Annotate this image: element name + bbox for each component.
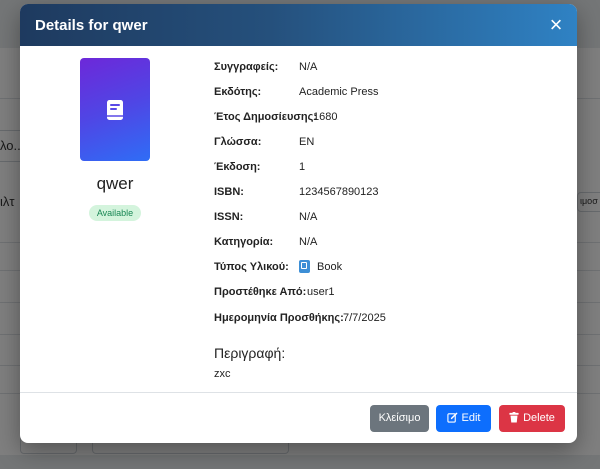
details-modal: Details for qwer × qwer Available Συγγρα… [20, 4, 577, 443]
detail-label-authors: Συγγραφείς: [214, 61, 279, 73]
edit-button[interactable]: Edit [436, 405, 491, 432]
book-icon [299, 260, 310, 273]
modal-title: Details for qwer [35, 17, 148, 34]
detail-label-publisher: Εκδότης: [214, 86, 262, 98]
detail-label-material-type: Τύπος Υλικού: [214, 261, 289, 273]
close-button[interactable]: Κλείσιμο [370, 405, 429, 432]
detail-value-publication-year: 1680 [313, 111, 338, 123]
modal-header: Details for qwer × [20, 4, 577, 46]
modal-footer-divider [20, 392, 577, 393]
edit-icon [446, 412, 457, 423]
delete-button-label: Delete [523, 412, 555, 424]
status-badge: Available [89, 205, 141, 221]
detail-label-isbn: ISBN: [214, 186, 244, 198]
detail-label-date-added: Ημερομηνία Προσθήκης: [214, 312, 344, 324]
detail-value-authors: N/A [299, 61, 318, 73]
detail-value-issn: N/A [299, 211, 318, 223]
delete-button[interactable]: Delete [499, 405, 565, 432]
close-icon[interactable]: × [545, 14, 567, 36]
detail-value-language: EN [299, 136, 315, 148]
edit-button-label: Edit [461, 412, 481, 424]
detail-label-edition: Έκδοση: [214, 161, 261, 173]
detail-value-category: N/A [299, 236, 318, 248]
detail-value-publisher: Academic Press [299, 86, 379, 98]
close-button-label: Κλείσιμο [378, 412, 421, 424]
detail-value-material-type: Book [317, 261, 343, 273]
detail-label-added-by: Προστέθηκε Από: [214, 286, 307, 298]
item-cover [80, 58, 150, 161]
detail-label-language: Γλώσσα: [214, 136, 262, 148]
description-heading: Περιγραφή: [214, 345, 286, 361]
detail-label-issn: ISSN: [214, 211, 244, 223]
detail-value-edition: 1 [299, 161, 306, 173]
detail-value-isbn: 1234567890123 [299, 186, 379, 198]
detail-label-publication-year: Έτος Δημοσίευσης: [214, 111, 317, 123]
description-text: zxc [214, 368, 231, 380]
detail-label-category: Κατηγορία: [214, 236, 274, 248]
detail-value-added-by: user1 [307, 286, 335, 298]
item-name: qwer [96, 174, 134, 193]
book-icon [107, 100, 123, 120]
trash-icon [509, 412, 519, 423]
detail-value-date-added: 7/7/2025 [343, 312, 386, 324]
